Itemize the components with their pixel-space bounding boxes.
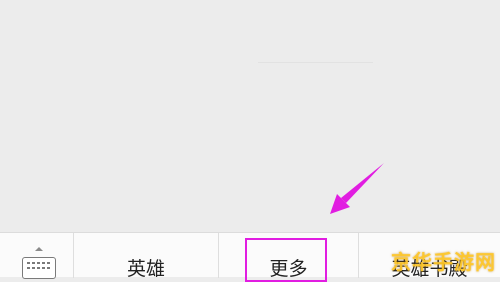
watermark-logo: 京华手游网	[391, 250, 496, 274]
keyboard-toggle-button[interactable]	[0, 233, 74, 279]
divider	[258, 62, 373, 63]
chat-content-area	[0, 0, 500, 232]
menu-item-hero[interactable]: 英雄	[74, 233, 219, 280]
keyboard-icon	[22, 257, 56, 279]
menu-item-more[interactable]: 更多	[219, 233, 359, 280]
caret-up-icon	[35, 247, 43, 251]
